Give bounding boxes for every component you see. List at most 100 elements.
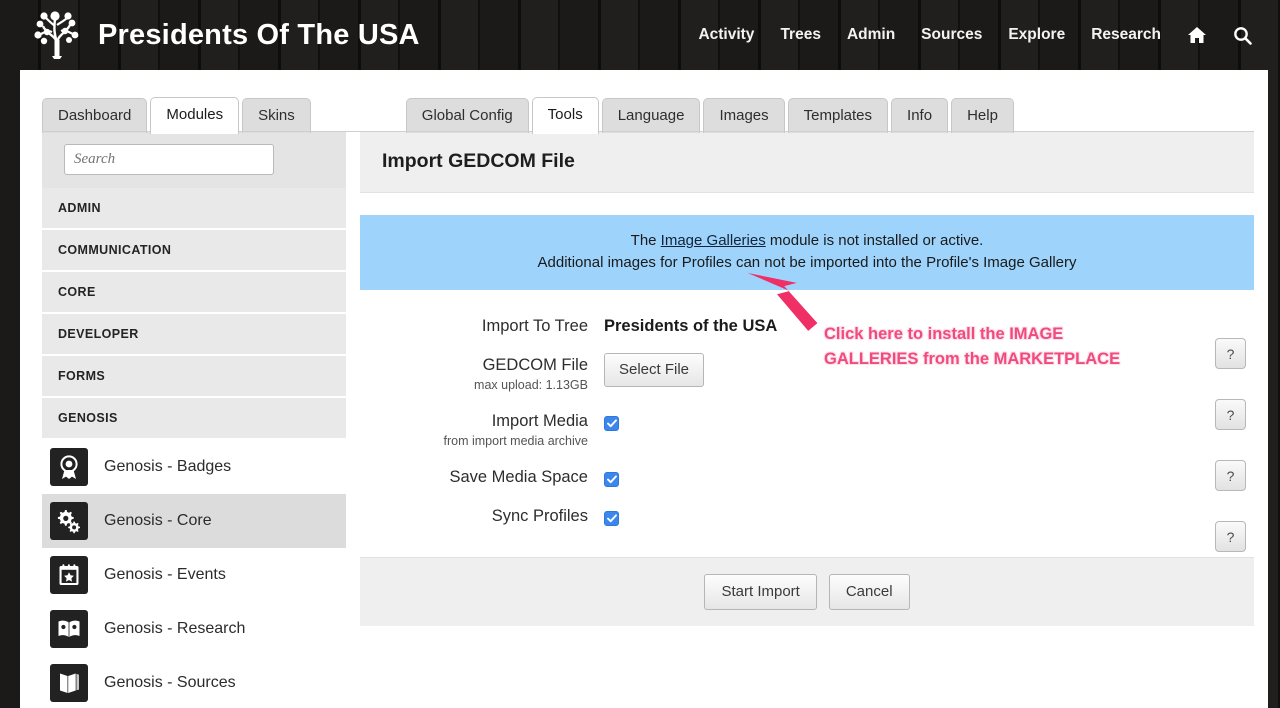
form-field-col: Select File — [604, 352, 1254, 387]
tab-group-primary: Dashboard Modules Skins — [42, 95, 314, 132]
select-file-button[interactable]: Select File — [604, 353, 704, 387]
form-label-col: Save Media Space — [360, 464, 604, 488]
open-book-icon — [50, 610, 88, 648]
sidebar-category-forms[interactable]: FORMS — [42, 356, 346, 398]
check-icon — [607, 514, 617, 523]
form-label-col: Import Media from import media archive — [360, 408, 604, 450]
tab-templates[interactable]: Templates — [788, 98, 888, 133]
tab-help[interactable]: Help — [951, 98, 1014, 133]
tab-bar: Dashboard Modules Skins Global Config To… — [20, 70, 1268, 132]
form-row-save-media-space: Save Media Space ? — [360, 457, 1254, 496]
tab-language[interactable]: Language — [602, 98, 701, 133]
form-row-import-media: Import Media from import media archive ? — [360, 401, 1254, 457]
tab-images[interactable]: Images — [703, 98, 784, 133]
help-button-sync-profiles[interactable]: ? — [1215, 521, 1246, 552]
tab-modules[interactable]: Modules — [150, 97, 239, 134]
tab-skins[interactable]: Skins — [242, 98, 311, 133]
panel-footer: Start Import Cancel — [360, 557, 1254, 626]
image-galleries-link[interactable]: Image Galleries — [661, 232, 766, 249]
modules-sidebar: ADMIN COMMUNICATION CORE DEVELOPER FORMS… — [42, 132, 346, 708]
import-media-sublabel: from import media archive — [360, 433, 588, 450]
sync-profiles-checkbox[interactable] — [604, 511, 619, 526]
sidebar-item-genosis-badges[interactable]: Genosis - Badges — [42, 440, 346, 494]
panel-header: Import GEDCOM File — [360, 132, 1254, 193]
sidebar-category-admin[interactable]: ADMIN — [42, 188, 346, 230]
help-button-save-media-space[interactable]: ? — [1215, 460, 1246, 491]
gedcom-file-label: GEDCOM File — [360, 354, 588, 376]
tab-group-secondary: Global Config Tools Language Images Temp… — [406, 95, 1017, 132]
top-navigation: Activity Trees Admin Sources Explore Res… — [698, 26, 1252, 45]
import-form: Import To Tree Presidents of the USA GED… — [360, 290, 1254, 535]
sidebar-item-genosis-research[interactable]: Genosis - Research — [42, 602, 346, 656]
import-media-label: Import Media — [360, 410, 588, 432]
help-button-import-media[interactable]: ? — [1215, 399, 1246, 430]
form-label-col: Sync Profiles — [360, 503, 604, 527]
tab-dashboard[interactable]: Dashboard — [42, 98, 147, 133]
search-icon[interactable] — [1233, 26, 1252, 45]
form-row-import-to-tree: Import To Tree Presidents of the USA — [360, 306, 1254, 345]
sidebar-item-label: Genosis - Research — [104, 620, 245, 638]
brand[interactable]: Presidents Of The USA — [30, 8, 420, 62]
help-button-gedcom-file[interactable]: ? — [1215, 338, 1246, 369]
page-card: Dashboard Modules Skins Global Config To… — [20, 70, 1268, 708]
check-icon — [607, 419, 617, 428]
form-label-col: Import To Tree — [360, 313, 604, 337]
tab-tools[interactable]: Tools — [532, 97, 599, 134]
tab-info[interactable]: Info — [891, 98, 948, 133]
app-window: Presidents Of The USA Activity Trees Adm… — [0, 0, 1280, 708]
form-field-col — [604, 464, 1254, 489]
import-to-tree-label: Import To Tree — [360, 315, 588, 337]
main-panel: Import GEDCOM File The Image Galleries m… — [360, 132, 1254, 626]
alert-line-1: The Image Galleries module is not instal… — [380, 230, 1234, 252]
sidebar-item-genosis-core[interactable]: Genosis - Core — [42, 494, 346, 548]
sidebar-item-label: Genosis - Events — [104, 566, 226, 584]
books-stack-icon — [50, 664, 88, 702]
nav-item-activity[interactable]: Activity — [698, 26, 754, 44]
nav-item-admin[interactable]: Admin — [847, 26, 895, 44]
import-to-tree-value: Presidents of the USA — [604, 314, 1254, 338]
sidebar-item-label: Genosis - Badges — [104, 458, 231, 476]
site-header: Presidents Of The USA Activity Trees Adm… — [0, 0, 1280, 70]
home-icon[interactable] — [1187, 26, 1207, 44]
sidebar-category-communication[interactable]: COMMUNICATION — [42, 230, 346, 272]
family-tree-icon — [30, 8, 84, 62]
form-field-col: Presidents of the USA — [604, 313, 1254, 338]
badge-rosette-icon — [50, 448, 88, 486]
alert-text-before: The — [631, 232, 661, 249]
form-row-sync-profiles: Sync Profiles ? — [360, 496, 1254, 535]
alert-image-galleries: The Image Galleries module is not instal… — [360, 215, 1254, 290]
sidebar-category-genosis[interactable]: GENOSIS — [42, 398, 346, 440]
sidebar-item-genosis-events[interactable]: Genosis - Events — [42, 548, 346, 602]
form-field-col — [604, 503, 1254, 528]
sync-profiles-label: Sync Profiles — [360, 505, 588, 527]
alert-text-after: module is not installed or active. — [766, 232, 984, 249]
max-upload-label: max upload: 1.13GB — [360, 377, 588, 394]
sidebar-search-area — [42, 132, 346, 188]
tab-global-config[interactable]: Global Config — [406, 98, 529, 133]
nav-item-sources[interactable]: Sources — [921, 26, 982, 44]
sidebar-item-label: Genosis - Sources — [104, 674, 236, 692]
brand-title: Presidents Of The USA — [98, 19, 420, 52]
save-media-space-label: Save Media Space — [360, 466, 588, 488]
body-split: ADMIN COMMUNICATION CORE DEVELOPER FORMS… — [20, 132, 1268, 708]
gears-icon — [50, 502, 88, 540]
form-row-gedcom-file: GEDCOM File max upload: 1.13GB Select Fi… — [360, 345, 1254, 401]
nav-item-research[interactable]: Research — [1091, 26, 1161, 44]
form-label-col: GEDCOM File max upload: 1.13GB — [360, 352, 604, 394]
check-icon — [607, 475, 617, 484]
alert-line-2: Additional images for Profiles can not b… — [380, 252, 1234, 274]
calendar-star-icon — [50, 556, 88, 594]
form-field-col — [604, 408, 1254, 433]
page-title: Import GEDCOM File — [382, 150, 1232, 173]
sidebar-item-genosis-sources[interactable]: Genosis - Sources — [42, 656, 346, 708]
import-media-checkbox[interactable] — [604, 416, 619, 431]
nav-item-trees[interactable]: Trees — [780, 26, 821, 44]
save-media-space-checkbox[interactable] — [604, 472, 619, 487]
sidebar-category-core[interactable]: CORE — [42, 272, 346, 314]
cancel-button[interactable]: Cancel — [829, 574, 910, 610]
nav-item-explore[interactable]: Explore — [1008, 26, 1065, 44]
sidebar-category-developer[interactable]: DEVELOPER — [42, 314, 346, 356]
start-import-button[interactable]: Start Import — [704, 574, 816, 610]
sidebar-item-label: Genosis - Core — [104, 512, 212, 530]
search-input[interactable] — [64, 144, 274, 175]
